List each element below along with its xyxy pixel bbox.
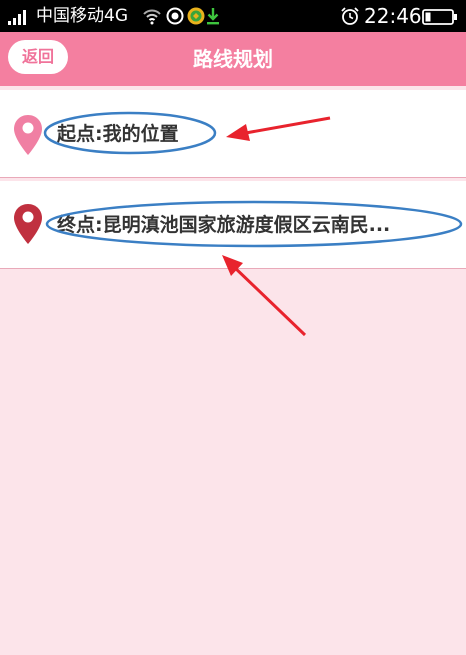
wifi-icon (143, 9, 161, 25)
alarm-icon (341, 7, 359, 25)
start-point-label: 起点:我的位置 (57, 123, 179, 145)
app-header: 路线规划 返回 (0, 32, 466, 86)
page-title: 路线规划 (193, 47, 273, 71)
end-point-row[interactable]: 终点:昆明滇池国家旅游度假区云南民... (0, 181, 466, 269)
end-point-label: 终点:昆明滇池国家旅游度假区云南民... (57, 214, 391, 236)
status-bar: 中国移动4G 22:46 (0, 0, 466, 32)
start-point-row[interactable]: 起点:我的位置 (0, 90, 466, 178)
locate-icon (166, 7, 184, 25)
back-button[interactable]: 返回 (8, 40, 68, 74)
status-time: 22:46 (364, 4, 422, 28)
start-pin-icon (14, 115, 42, 155)
download-icon (207, 8, 219, 25)
green-app-icon (187, 7, 205, 25)
route-planning-screen: 中国移动4G 22:46 路线规划 返回 起点:我的位置 终点:昆明滇池国家旅游… (0, 0, 466, 655)
carrier-name: 中国移动4G (36, 6, 128, 26)
battery-icon (422, 9, 457, 25)
signal-icon (8, 10, 32, 25)
end-pin-icon (14, 204, 42, 244)
